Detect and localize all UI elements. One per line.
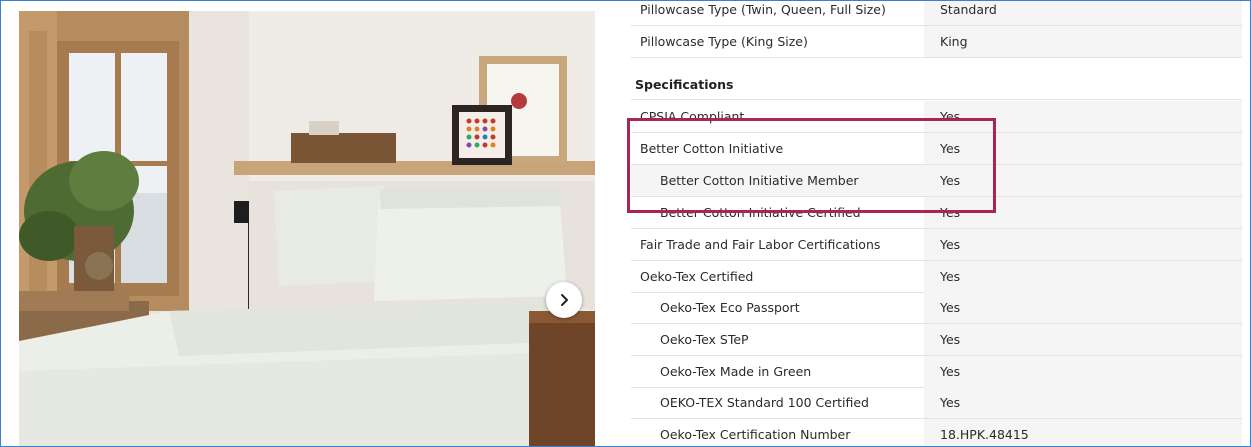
spec-value: 18.HPK.48415 (924, 419, 1242, 446)
spec-label: Oeko-Tex Made in Green (660, 364, 812, 379)
spec-label: Better Cotton Initiative (640, 141, 784, 156)
spec-label: OEKO-TEX Standard 100 Certified (660, 395, 869, 410)
spec-value: Yes (924, 165, 1242, 196)
spec-value: Standard (924, 1, 1242, 25)
specifications-table: Pillowcase Type (Twin, Queen, Full Size)… (631, 1, 1242, 446)
spec-row: Pillowcase Type (King Size) King (631, 26, 1242, 58)
screenshot-frame: Pillowcase Type (Twin, Queen, Full Size)… (0, 0, 1251, 447)
spec-value: King (924, 26, 1242, 57)
spec-row: Oeko-Tex Eco Passport Yes (631, 292, 1242, 324)
spec-value: Yes (924, 356, 1242, 387)
chevron-right-icon (561, 294, 568, 306)
spec-label: Fair Trade and Fair Labor Certifications (640, 237, 881, 252)
spec-row: Pillowcase Type (Twin, Queen, Full Size)… (631, 1, 1242, 26)
spec-row: Fair Trade and Fair Labor Certifications… (631, 229, 1242, 261)
spec-value: Yes (924, 133, 1242, 164)
spec-row: Oeko-Tex Certified Yes (631, 261, 1242, 293)
spec-value: Yes (924, 101, 1242, 132)
spec-label: Pillowcase Type (King Size) (640, 34, 808, 49)
product-image[interactable] (19, 11, 595, 446)
spec-label: Oeko-Tex STeP (660, 332, 749, 347)
spec-row: Better Cotton Initiative Yes (631, 133, 1242, 165)
spec-row: Better Cotton Initiative Member Yes (631, 165, 1242, 197)
spec-label: Oeko-Tex Certification Number (660, 427, 851, 442)
spec-value: Yes (924, 229, 1242, 260)
spec-row: Oeko-Tex STeP Yes (631, 324, 1242, 356)
spec-row: Oeko-Tex Made in Green Yes (631, 356, 1242, 388)
section-title: Specifications (635, 77, 734, 92)
spec-label: Pillowcase Type (Twin, Queen, Full Size) (640, 2, 886, 17)
spec-label: Better Cotton Initiative Certified (660, 205, 861, 220)
spec-value: Yes (924, 292, 1242, 323)
spec-row: CPSIA Compliant Yes (631, 101, 1242, 133)
spec-label: Better Cotton Initiative Member (631, 165, 924, 196)
spec-label: CPSIA Compliant (640, 109, 745, 124)
section-divider (631, 99, 1242, 100)
spec-label: Oeko-Tex Eco Passport (660, 300, 800, 315)
spec-label: Oeko-Tex Certified (640, 269, 754, 284)
spec-value: Yes (924, 387, 1242, 418)
bedroom-photo-icon (19, 11, 595, 446)
spec-row: Oeko-Tex Certification Number 18.HPK.484… (631, 419, 1242, 446)
spec-row: OEKO-TEX Standard 100 Certified Yes (631, 387, 1242, 419)
spec-value: Yes (924, 261, 1242, 292)
spec-row: Better Cotton Initiative Certified Yes (631, 197, 1242, 229)
spec-value: Yes (924, 324, 1242, 355)
spec-value: Yes (924, 197, 1242, 228)
next-image-button[interactable] (546, 282, 582, 318)
